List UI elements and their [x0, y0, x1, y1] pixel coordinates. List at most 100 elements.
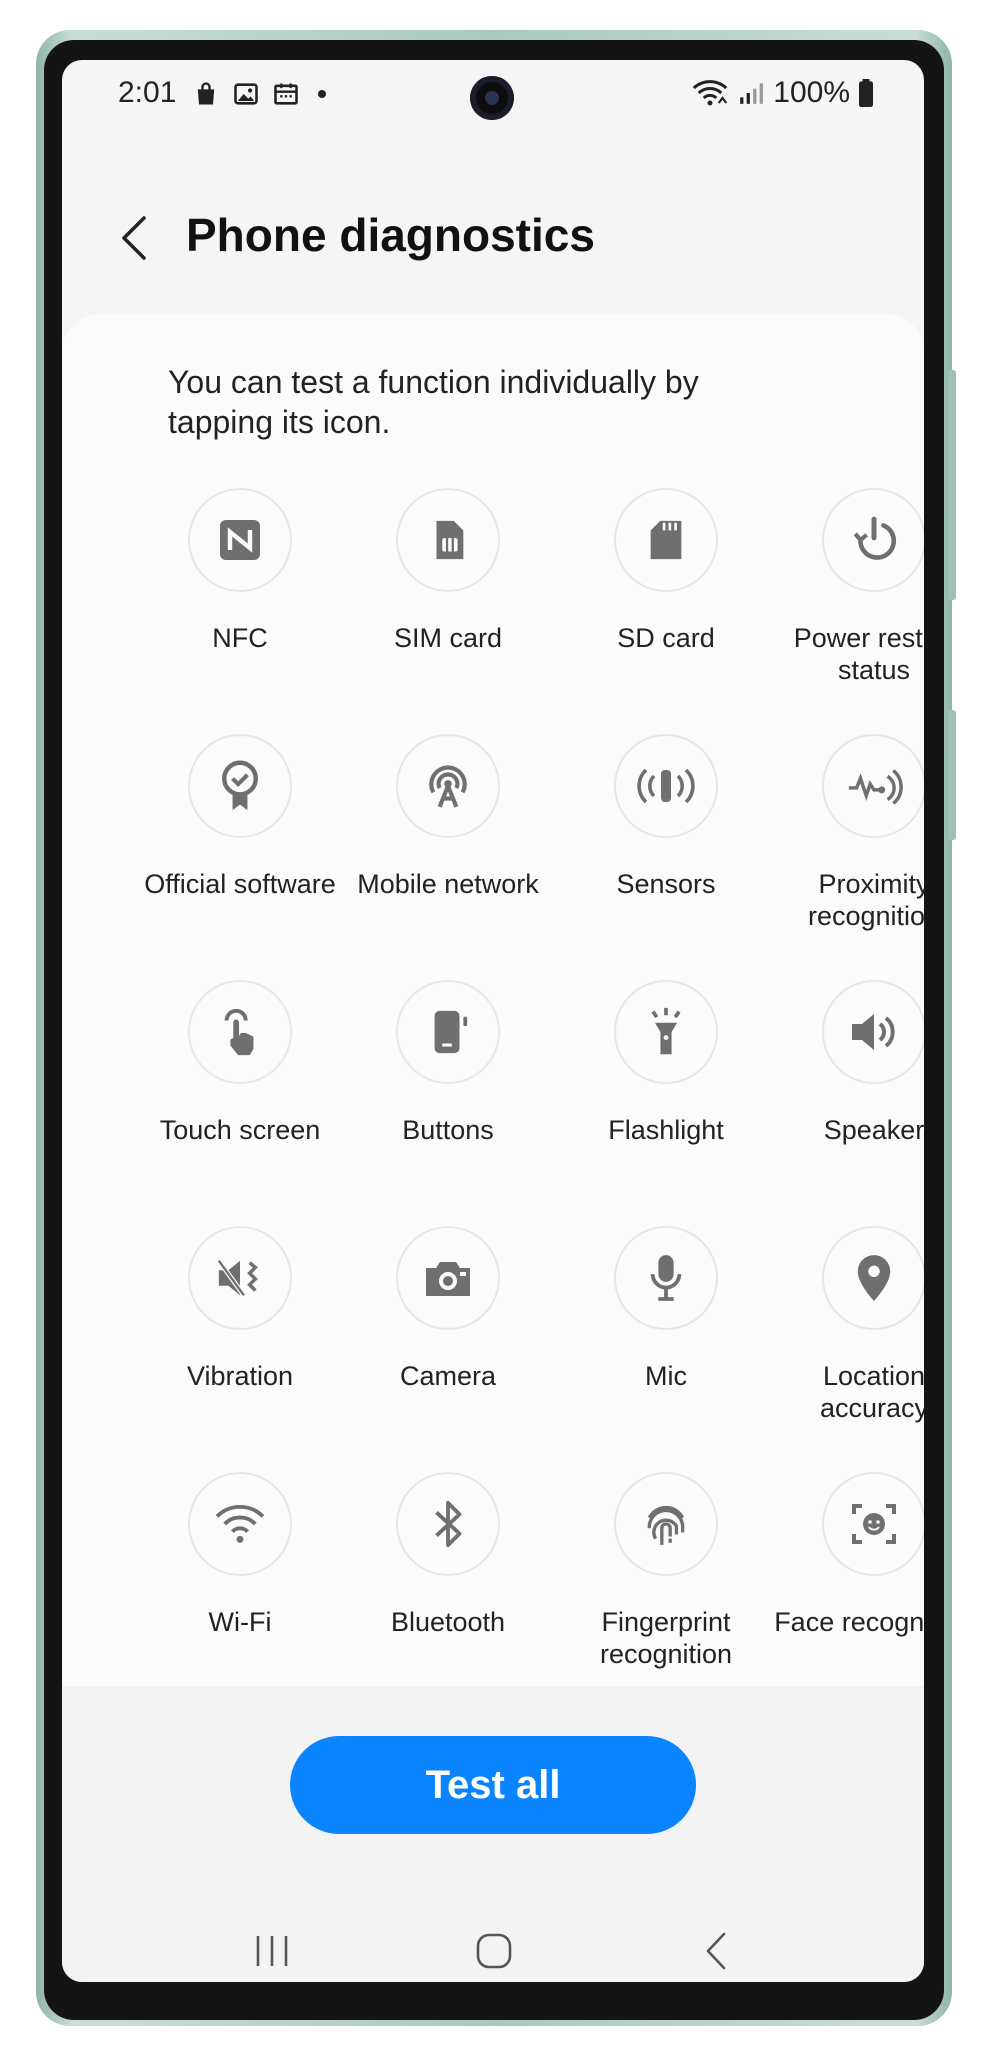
nfc-icon [220, 520, 260, 560]
test-icon-button[interactable] [188, 488, 292, 592]
test-sensors[interactable]: Sensors [566, 734, 766, 900]
gallery-icon [234, 83, 258, 105]
test-mic[interactable]: Mic [566, 1226, 766, 1392]
more-notifications-dot [318, 90, 326, 98]
back-nav-button[interactable] [676, 1916, 756, 1982]
test-wifi[interactable]: Wi-Fi [140, 1472, 340, 1638]
volume-button [948, 370, 956, 600]
sim-card-icon [436, 520, 464, 560]
test-label: Bluetooth [390, 1607, 506, 1637]
sd-card-icon [650, 520, 682, 560]
test-location[interactable]: Location accuracy [774, 1226, 924, 1424]
test-all-button[interactable]: Test all [290, 1736, 696, 1834]
test-icon-button[interactable] [396, 734, 500, 838]
test-label: Wi-Fi [208, 1607, 272, 1637]
test-sim-card[interactable]: SIM card [348, 488, 548, 654]
test-speaker[interactable]: Speaker [774, 980, 924, 1146]
test-label: Proximity recognition [807, 869, 924, 931]
test-camera[interactable]: Camera [348, 1226, 548, 1392]
test-icon-button[interactable] [396, 1226, 500, 1330]
location-icon [857, 1255, 891, 1301]
test-vibration[interactable]: Vibration [140, 1226, 340, 1392]
test-icon-button[interactable] [822, 980, 924, 1084]
test-sd-card[interactable]: SD card [566, 488, 766, 654]
test-label: Speaker [823, 1115, 924, 1145]
test-icon-button[interactable] [188, 1226, 292, 1330]
test-icon-button[interactable] [822, 1226, 924, 1330]
test-proximity[interactable]: Proximity recognition [774, 734, 924, 932]
test-label: Vibration [186, 1361, 294, 1391]
navigation-bar [62, 1932, 924, 1982]
battery-icon [859, 79, 873, 107]
status-right: 100% [691, 76, 874, 110]
calendar-icon [274, 83, 298, 105]
screen: 2:01 100% Phone diagnostics You can test… [62, 60, 924, 1982]
shopping-bag-icon [197, 82, 215, 105]
recent-apps-button[interactable] [232, 1916, 312, 1982]
test-icon-button[interactable] [614, 734, 718, 838]
test-mobile-network[interactable]: Mobile network [348, 734, 548, 900]
power-restart-icon [853, 516, 897, 560]
camera-icon [426, 1262, 470, 1296]
test-label: Fingerprint recognition [599, 1607, 733, 1669]
buttons-icon [434, 1010, 468, 1054]
touch-screen-icon [224, 1008, 254, 1056]
test-label: Mic [645, 1361, 687, 1391]
test-label: Power restart status [793, 623, 924, 685]
test-label: Camera [399, 1361, 497, 1391]
test-icon-button[interactable] [188, 980, 292, 1084]
status-bar: 2:01 100% [62, 60, 924, 132]
test-icon-button[interactable] [396, 488, 500, 592]
test-icon-button[interactable] [614, 1472, 718, 1576]
signal-icon [740, 83, 764, 104]
diagnostics-card: You can test a function individually by … [62, 314, 924, 1686]
test-label: Official software [144, 869, 336, 899]
test-buttons[interactable]: Buttons [348, 980, 548, 1146]
fingerprint-icon [647, 1505, 685, 1545]
test-icon-button[interactable] [822, 488, 924, 592]
bluetooth-icon [435, 1500, 462, 1548]
test-label: Mobile network [357, 869, 539, 899]
speaker-icon [852, 1014, 895, 1050]
official-software-icon [221, 760, 259, 811]
test-icon-button[interactable] [822, 1472, 924, 1576]
wifi-status-icon [692, 80, 728, 106]
test-face-recognition[interactable]: Face recognition [774, 1472, 924, 1638]
test-label: Buttons [402, 1115, 494, 1145]
flashlight-icon [651, 1007, 681, 1055]
page-title: Phone diagnostics [186, 209, 595, 261]
test-flashlight[interactable]: Flashlight [566, 980, 766, 1146]
test-label: SD card [617, 623, 715, 653]
instructions-text: You can test a function individually by … [168, 364, 699, 440]
test-official-software[interactable]: Official software [140, 734, 340, 900]
test-label: Touch screen [159, 1115, 321, 1145]
test-bluetooth[interactable]: Bluetooth [348, 1472, 548, 1638]
test-label: Flashlight [608, 1115, 724, 1145]
test-label: SIM card [393, 623, 503, 653]
test-nfc[interactable]: NFC [140, 488, 340, 654]
test-icon-button[interactable] [614, 980, 718, 1084]
test-touch-screen[interactable]: Touch screen [140, 980, 340, 1146]
status-time: 2:01 [118, 76, 177, 109]
home-icon [476, 1933, 512, 1969]
mobile-network-icon [429, 765, 467, 808]
test-icon-button[interactable] [188, 734, 292, 838]
test-icon-button[interactable] [614, 488, 718, 592]
test-fingerprint[interactable]: Fingerprint recognition [566, 1472, 766, 1670]
test-icon-button[interactable] [188, 1472, 292, 1576]
test-icon-button[interactable] [396, 980, 500, 1084]
mic-icon [650, 1255, 682, 1301]
test-icon-button[interactable] [396, 1472, 500, 1576]
back-nav-icon [706, 1932, 726, 1970]
test-icon-button[interactable] [822, 734, 924, 838]
chevron-left-icon [122, 216, 146, 260]
test-icon-button[interactable] [614, 1226, 718, 1330]
home-button[interactable] [454, 1916, 534, 1982]
wifi-icon [215, 1505, 265, 1543]
sensors-icon [637, 768, 695, 804]
back-button[interactable] [104, 206, 164, 270]
notification-icons [192, 80, 326, 108]
proximity-icon [848, 769, 903, 805]
test-label: Sensors [616, 869, 716, 899]
test-power-restart[interactable]: Power restart status [774, 488, 924, 686]
